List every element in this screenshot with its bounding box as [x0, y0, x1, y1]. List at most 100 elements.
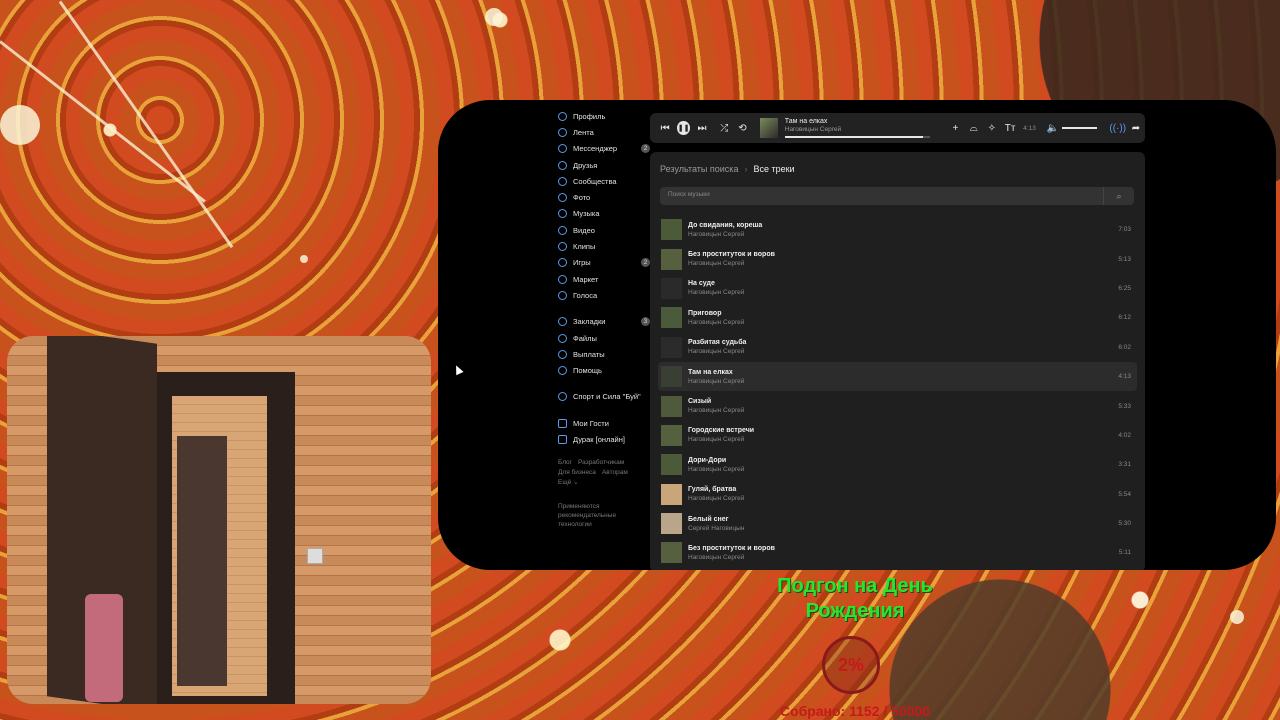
sidebar-item[interactable]: Лента — [558, 124, 650, 140]
nav-icon — [558, 290, 567, 300]
track-info: Белый снег Сергей Наговицын — [688, 516, 1118, 532]
now-playing-cover[interactable] — [759, 118, 778, 138]
track-artist[interactable]: Наговицын Сергей — [688, 495, 1118, 502]
sidebar-item[interactable]: Голоса — [558, 287, 650, 303]
track-row[interactable]: Разбитая судьба Наговицын Сергей 6:02 — [658, 333, 1137, 362]
sidebar-item[interactable]: Музыка — [558, 206, 650, 222]
search-input[interactable] — [666, 190, 1090, 199]
track-artist[interactable]: Наговицын Сергей — [688, 231, 1118, 238]
track-artist[interactable]: Сергей Наговицын — [688, 525, 1118, 532]
track-cover[interactable] — [661, 395, 682, 417]
now-playing-title[interactable]: Там на елках — [785, 118, 931, 125]
footer-link-business[interactable]: Для бизнеса — [558, 469, 596, 476]
track-row[interactable]: Без проституток и воров Наговицын Сергей 5… — [658, 244, 1137, 273]
track-row[interactable]: Городские встречи Наговицын Сергей 4:02 — [658, 421, 1137, 450]
track-row[interactable]: Гуляй, братва Наговицын Сергей 5:54 — [658, 480, 1137, 509]
track-cover[interactable] — [661, 483, 682, 505]
track-title[interactable]: Там на елках — [688, 369, 1118, 376]
sidebar-item[interactable]: Профиль — [558, 108, 650, 124]
track-cover[interactable] — [661, 248, 682, 270]
track-title[interactable]: Приговор — [688, 310, 1118, 317]
broadcast-icon[interactable]: ((·)) — [1109, 123, 1127, 134]
track-cover[interactable] — [661, 277, 682, 299]
track-artist[interactable]: Наговицын Сергей — [688, 378, 1118, 385]
track-title[interactable]: Дори-Дори — [688, 457, 1118, 464]
volume-slider[interactable] — [1062, 127, 1097, 129]
sidebar-item[interactable]: Игры 2 — [558, 255, 650, 271]
track-artist[interactable]: Наговицын Сергей — [688, 436, 1118, 443]
track-row[interactable]: Сизый Наговицын Сергей 5:33 — [658, 391, 1137, 420]
sidebar-item[interactable]: Сообщества — [558, 173, 650, 189]
breadcrumb-root[interactable]: Результаты поиска — [660, 164, 738, 174]
sidebar-item[interactable]: Файлы — [558, 330, 650, 346]
sidebar-item[interactable]: Маркет — [558, 271, 650, 287]
track-artist[interactable]: Наговицын Сергей — [688, 348, 1118, 355]
track-title[interactable]: Городские встречи — [688, 427, 1118, 434]
sidebar-item[interactable]: Видео — [558, 222, 650, 238]
track-row[interactable]: Без проституток и воров Наговицын Сергей 5… — [658, 538, 1137, 567]
progress-fill — [784, 136, 924, 138]
lyrics-icon[interactable]: Тт — [1001, 123, 1019, 134]
track-cover[interactable] — [661, 336, 682, 358]
track-title[interactable]: Гуляй, братва — [688, 486, 1118, 493]
sidebar-item-durak[interactable]: Дурак [онлайн] — [558, 431, 650, 447]
sidebar-item[interactable]: Друзья — [558, 157, 650, 173]
recommendation-note[interactable]: Применяются рекомендательные технологии — [558, 502, 630, 529]
sidebar-item[interactable]: Помощь — [558, 362, 650, 378]
sidebar-item-community[interactable]: Спорт и Сила "Буй" — [558, 389, 650, 405]
track-title[interactable]: До свидания, кореша — [688, 222, 1118, 229]
sidebar-item[interactable]: Фото — [558, 189, 650, 205]
track-cover[interactable] — [661, 424, 682, 446]
track-artist[interactable]: Наговицын Сергей — [688, 260, 1118, 267]
track-title[interactable]: Разбитая судьба — [688, 339, 1118, 346]
footer-link-more[interactable]: Ещё ⌄ — [558, 479, 579, 486]
footer-link-blog[interactable]: Блог — [558, 459, 572, 466]
track-row[interactable]: Дори-Дори Наговицын Сергей 3:31 — [658, 450, 1137, 479]
now-playing-artist[interactable]: Наговицын Сергей — [785, 126, 931, 133]
track-cover[interactable] — [661, 513, 682, 535]
track-title[interactable]: Без проституток и воров — [688, 251, 1118, 258]
track-row[interactable]: Там на елках Наговицын Сергей 4:13 — [658, 361, 1137, 392]
track-title[interactable]: Без проституток и воров — [688, 545, 1119, 552]
track-row[interactable]: Приговор Наговицын Сергей 6:12 — [658, 303, 1137, 332]
sidebar-item[interactable]: Выплаты — [558, 346, 650, 362]
footer-link-authors[interactable]: Авторам — [602, 469, 628, 476]
track-row[interactable]: На суде Наговицын Сергей 6:25 — [658, 274, 1137, 303]
track-cover[interactable] — [661, 307, 682, 329]
volume-icon[interactable]: 🔈 — [1044, 123, 1062, 134]
track-info: Там на елках Наговицын Сергей — [688, 369, 1118, 385]
track-title[interactable]: На суде — [688, 280, 1118, 287]
track-artist[interactable]: Наговицын Сергей — [688, 554, 1119, 561]
sidebar-item-my-guests[interactable]: Мои Гости — [558, 415, 650, 431]
track-duration: 6:25 — [1118, 284, 1131, 292]
prev-icon[interactable]: ⏮ — [656, 123, 674, 134]
sidebar-item[interactable]: Закладки 3 — [558, 314, 650, 330]
left-sidebar: Профиль Лента Мессенджер 2 Друзья Сообщества Ф… — [558, 108, 650, 529]
share-icon[interactable]: ➦ — [1127, 123, 1145, 134]
recommend-icon[interactable]: ✧ — [983, 123, 1001, 134]
dislike-icon[interactable]: ⌓ — [965, 123, 983, 134]
repeat-icon[interactable]: ⟲ — [733, 123, 751, 134]
track-row[interactable]: Белый снег Сергей Наговицын 5:30 — [658, 509, 1137, 538]
track-title[interactable]: Сизый — [688, 398, 1118, 405]
track-cover[interactable] — [661, 454, 682, 476]
next-icon[interactable]: ⏭ — [693, 123, 711, 134]
track-title[interactable]: Белый снег — [688, 516, 1118, 523]
track-cover[interactable] — [661, 219, 682, 241]
track-artist[interactable]: Наговицын Сергей — [688, 466, 1118, 473]
track-cover[interactable] — [661, 366, 682, 388]
shuffle-icon[interactable]: ⤮ — [715, 123, 733, 134]
add-icon[interactable]: + — [946, 123, 964, 134]
progress-bar[interactable] — [784, 136, 931, 138]
track-artist[interactable]: Наговицын Сергей — [688, 319, 1118, 326]
search-icon[interactable]: ⌕ — [1103, 187, 1134, 205]
track-cover[interactable] — [661, 542, 682, 564]
track-duration: 5:13 — [1118, 255, 1131, 263]
sidebar-item[interactable]: Клипы — [558, 238, 650, 254]
track-artist[interactable]: Наговицын Сергей — [688, 407, 1118, 414]
track-row[interactable]: До свидания, кореша Наговицын Сергей 7:03 — [658, 215, 1137, 244]
pause-icon[interactable]: ❚❚ — [677, 121, 690, 135]
track-artist[interactable]: Наговицын Сергей — [688, 289, 1118, 296]
footer-link-developers[interactable]: Разработчикам — [578, 459, 624, 466]
sidebar-item[interactable]: Мессенджер 2 — [558, 141, 650, 157]
